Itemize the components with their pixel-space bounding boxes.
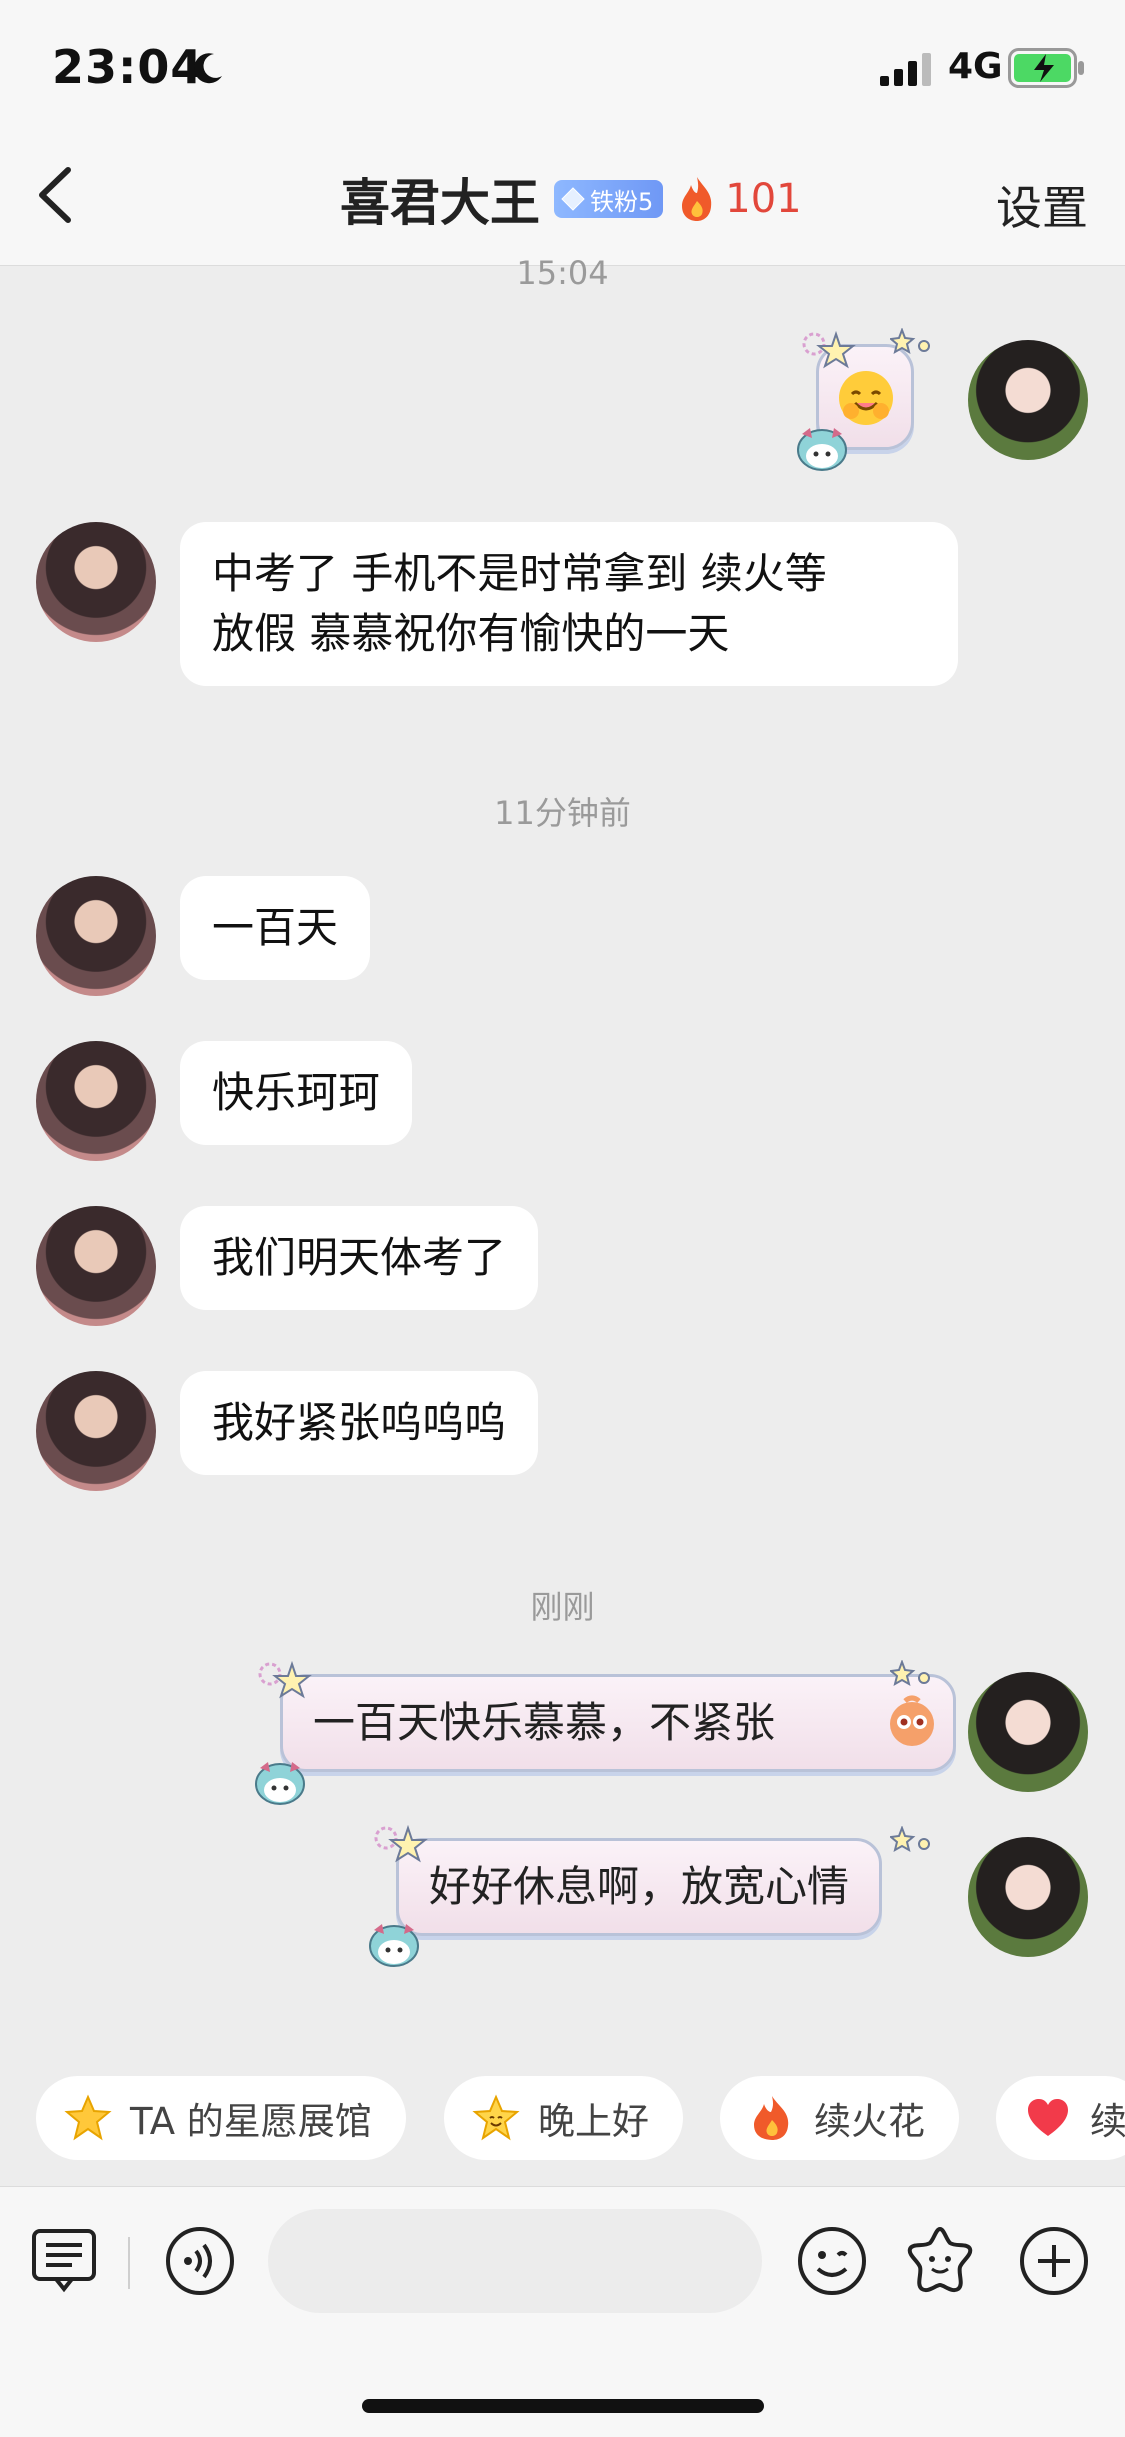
character-decoration-icon <box>255 1762 305 1805</box>
star-decoration-icon <box>802 330 856 369</box>
sparkle-decoration-icon <box>890 328 930 355</box>
message-bubble[interactable]: 中考了 手机不是时常拿到 续火等 放假 慕慕祝你有愉快的一天 <box>180 522 958 686</box>
fire-icon <box>754 2096 789 2140</box>
star-icon <box>64 2094 112 2141</box>
top-bar: 23:04 4G 喜君大王 铁粉5 101 设置 <box>0 0 1125 266</box>
battery-icon <box>1008 48 1084 88</box>
home-indicator[interactable] <box>362 2399 764 2413</box>
contact-avatar[interactable] <box>36 1371 156 1491</box>
my-avatar[interactable] <box>968 340 1088 460</box>
contact-avatar[interactable] <box>36 1206 156 1326</box>
voice-icon[interactable] <box>164 2225 236 2297</box>
emoji-icon <box>890 1695 934 1746</box>
fire-icon <box>682 177 712 221</box>
network-type: 4G <box>948 46 1003 87</box>
timestamp: 11分钟前 <box>494 794 631 832</box>
quick-reply-continue-fire[interactable]: 续火花 <box>720 2076 959 2160</box>
star-decoration-icon <box>374 1824 428 1863</box>
message-bubble[interactable]: 一百天 <box>180 876 371 980</box>
message-text: 我们明天体考了 <box>212 1233 507 1282</box>
message-text: 一百天 <box>212 903 339 952</box>
quick-reply-label: 续火花 <box>814 2100 925 2143</box>
quick-reply-wish-gallery[interactable]: TA 的星愿展馆 <box>36 2076 406 2160</box>
chat-title-area[interactable]: 喜君大王 铁粉5 101 <box>340 164 802 234</box>
quick-reply-label: TA 的星愿展馆 <box>130 2100 372 2143</box>
message-bubble[interactable]: 我们明天体考了 <box>180 1206 539 1310</box>
message-bubble[interactable]: 我好紧张呜呜呜 <box>180 1371 539 1475</box>
message-input[interactable] <box>268 2209 762 2313</box>
sparkle-decoration-icon <box>890 1826 930 1853</box>
contact-avatar[interactable] <box>36 876 156 996</box>
fire-count: 101 <box>725 176 802 222</box>
fan-badge-label: 铁粉5 <box>590 187 654 216</box>
message-bubble[interactable]: 快乐珂珂 <box>180 1041 413 1145</box>
character-decoration-icon <box>797 428 847 471</box>
quick-reply-label: 续 <box>1090 2100 1125 2143</box>
message-text: 一百天快乐慕慕，不紧张 <box>313 1698 776 1747</box>
message-bubble[interactable]: 好好休息啊，放宽心情 <box>396 1838 883 1936</box>
character-decoration-icon <box>369 1924 419 1967</box>
quick-reply-heart[interactable]: 续 <box>996 2076 1125 2160</box>
timestamp: 15:04 <box>516 254 609 292</box>
emoji-picker-icon[interactable] <box>796 2225 868 2297</box>
message-text: 放假 慕慕祝你有愉快的一天 <box>212 609 730 658</box>
smiling-star-icon <box>472 2094 520 2141</box>
message-text: 快乐珂珂 <box>212 1068 381 1117</box>
message-text: 我好紧张呜呜呜 <box>212 1398 507 1447</box>
contact-avatar[interactable] <box>36 1041 156 1161</box>
status-time: 23:04 <box>52 40 204 94</box>
chat-title: 喜君大王 <box>340 174 540 232</box>
my-avatar[interactable] <box>968 1837 1088 1957</box>
signal-icon <box>880 53 931 86</box>
star-decoration-icon <box>258 1660 312 1699</box>
message-list-icon[interactable] <box>28 2225 100 2297</box>
quick-reply-label: 晚上好 <box>538 2100 649 2143</box>
heart-icon <box>1028 2099 1068 2136</box>
diamond-icon <box>561 187 585 211</box>
fan-badge: 铁粉5 <box>554 180 664 218</box>
quick-reply-good-evening[interactable]: 晚上好 <box>444 2076 683 2160</box>
sticker-icon[interactable] <box>904 2225 976 2297</box>
my-avatar[interactable] <box>968 1672 1088 1792</box>
settings-button[interactable]: 设置 <box>996 172 1088 238</box>
back-icon[interactable] <box>30 160 78 230</box>
message-bubble[interactable]: 一百天快乐慕慕，不紧张 <box>280 1674 956 1772</box>
plus-icon[interactable] <box>1018 2225 1090 2297</box>
moon-icon <box>194 53 222 84</box>
message-text: 中考了 手机不是时常拿到 续火等 <box>212 549 827 598</box>
timestamp: 刚刚 <box>530 1588 595 1626</box>
sparkle-decoration-icon <box>890 1660 930 1687</box>
message-text: 好好休息啊，放宽心情 <box>429 1862 850 1911</box>
divider <box>128 2237 130 2289</box>
contact-avatar[interactable] <box>36 522 156 642</box>
